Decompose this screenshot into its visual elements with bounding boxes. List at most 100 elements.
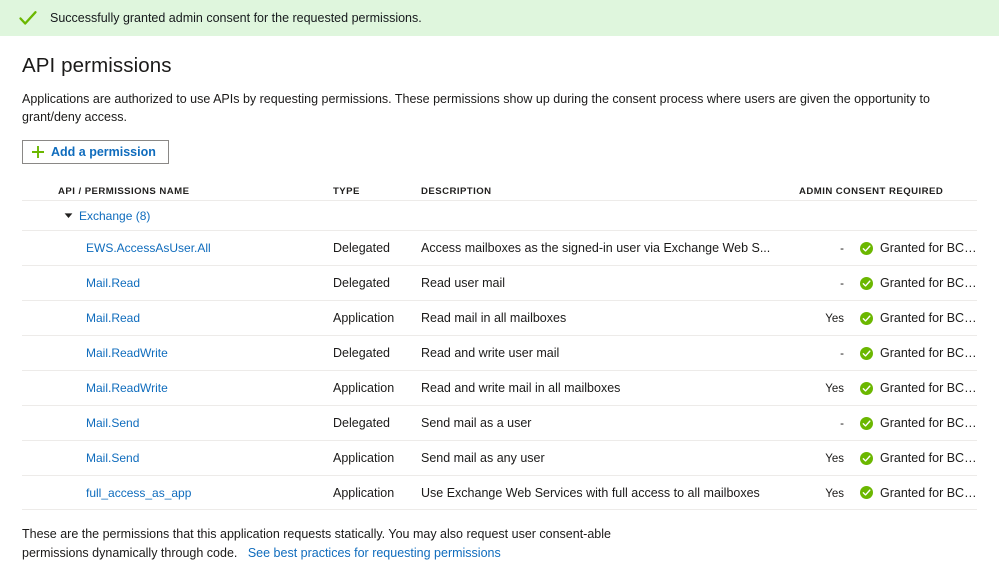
table-group-row-exchange[interactable]: Exchange (8) [22, 200, 977, 230]
cell-admin-consent-required: - [784, 239, 844, 257]
admin-consent-value: Yes [825, 383, 844, 395]
table-row[interactable]: Mail.ReadWrite Delegated Read and write us… [22, 335, 977, 370]
status-text: Granted for BCE Dem... [880, 451, 977, 465]
cell-permission-type: Application [333, 381, 421, 395]
granted-check-icon [860, 416, 873, 430]
column-header-type: TYPE [333, 186, 360, 197]
chevron-down-icon[interactable] [64, 211, 73, 220]
permission-name-link[interactable]: Mail.ReadWrite [86, 381, 168, 395]
success-banner: Successfully granted admin consent for t… [0, 0, 999, 36]
permission-type-text: Delegated [333, 416, 390, 430]
cell-permission-type: Delegated [333, 276, 421, 290]
permission-description-text: Send mail as any user [421, 451, 545, 465]
cell-permission-name: Mail.Read [22, 309, 333, 327]
granted-check-icon [860, 311, 873, 325]
table-row[interactable]: Mail.Read Delegated Read user mail - Granted… [22, 265, 977, 300]
column-header-description: DESCRIPTION [421, 186, 492, 197]
group-label-exchange[interactable]: Exchange (8) [79, 209, 150, 223]
cell-admin-consent-required: - [784, 344, 844, 362]
permission-description-text: Read and write mail in all mailboxes [421, 381, 621, 395]
status-text: Granted for BCE Dem... [880, 381, 977, 395]
permission-name-link[interactable]: Mail.Send [86, 416, 139, 430]
permission-name-link[interactable]: full_access_as_app [86, 486, 191, 500]
cell-admin-consent-required: - [784, 414, 844, 432]
column-header-name: API / PERMISSIONS NAME [58, 186, 190, 197]
table-body: EWS.AccessAsUser.All Delegated Access mail… [22, 230, 977, 510]
permission-type-text: Delegated [333, 346, 390, 360]
permission-type-text: Delegated [333, 241, 390, 255]
cell-permission-type: Application [333, 311, 421, 325]
cell-status: Granted for BCE Dem... [844, 241, 977, 255]
permission-description-text: Send mail as a user [421, 416, 532, 430]
status-text: Granted for BCE Dem... [880, 276, 977, 290]
cell-permission-name: Mail.ReadWrite [22, 344, 333, 362]
cell-status: Granted for BCE Dem... [844, 381, 977, 395]
permission-description-text: Use Exchange Web Services with full acce… [421, 485, 760, 500]
cell-permission-name: Mail.Send [22, 414, 333, 432]
cell-admin-consent-required: - [784, 274, 844, 292]
cell-permission-description: Read and write user mail [421, 346, 784, 360]
cell-permission-name: Mail.Read [22, 274, 333, 292]
table-row[interactable]: Mail.ReadWrite Application Read and write … [22, 370, 977, 405]
granted-check-icon [860, 451, 873, 465]
best-practices-link[interactable]: See best practices for requesting permis… [248, 546, 501, 560]
cell-status: Granted for BCE Dem... [844, 346, 977, 360]
table-row[interactable]: Mail.Read Application Read mail in all mai… [22, 300, 977, 335]
cell-permission-type: Delegated [333, 346, 421, 360]
cell-permission-description: Send mail as a user [421, 416, 784, 430]
cell-status: Granted for BCE Dem... [844, 416, 977, 430]
cell-admin-consent-required: Yes [784, 309, 844, 327]
admin-consent-value: Yes [825, 313, 844, 325]
table-row[interactable]: Mail.Send Application Send mail as any use… [22, 440, 977, 475]
add-permission-button[interactable]: Add a permission [22, 140, 169, 164]
cell-permission-name: Mail.ReadWrite [22, 379, 333, 397]
footer-note: These are the permissions that this appl… [22, 525, 622, 563]
status-text: Granted for BCE Dem... [880, 416, 977, 430]
table-header-row: API / PERMISSIONS NAME TYPE DESCRIPTION … [22, 178, 977, 200]
cell-admin-consent-required: Yes [784, 379, 844, 397]
granted-check-icon [860, 276, 873, 290]
permission-name-link[interactable]: Mail.Send [86, 451, 139, 465]
permission-description-text: Read mail in all mailboxes [421, 311, 567, 325]
granted-check-icon [860, 486, 873, 499]
plus-icon [32, 146, 44, 158]
permission-description-text: Read and write user mail [421, 346, 560, 360]
success-banner-message: Successfully granted admin consent for t… [50, 10, 422, 25]
group-toggle[interactable]: Exchange (8) [22, 209, 150, 223]
cell-permission-description: Use Exchange Web Services with full acce… [421, 486, 784, 500]
cell-admin-consent-required: Yes [784, 484, 844, 502]
admin-consent-value: Yes [825, 487, 844, 500]
status-text: Granted for BCE Dem... [880, 485, 977, 500]
cell-permission-name: full_access_as_app [22, 484, 333, 502]
command-bar: Add a permission [22, 140, 977, 164]
table-row[interactable]: full_access_as_app Application Use Exchang… [22, 475, 977, 510]
status-text: Granted for BCE Dem... [880, 346, 977, 360]
add-permission-label: Add a permission [51, 144, 156, 159]
granted-check-icon [860, 381, 873, 395]
table-row[interactable]: Mail.Send Delegated Send mail as a user - Gr… [22, 405, 977, 440]
permission-type-text: Application [333, 485, 395, 500]
permission-name-link[interactable]: Mail.Read [86, 276, 140, 290]
api-permissions-page: API permissions Applications are authori… [0, 54, 999, 563]
api-permissions-table: API / PERMISSIONS NAME TYPE DESCRIPTION … [22, 178, 977, 510]
cell-admin-consent-required: Yes [784, 449, 844, 467]
permission-name-link[interactable]: EWS.AccessAsUser.All [86, 241, 211, 255]
permission-type-text: Application [333, 451, 395, 465]
status-text: Granted for BCE Dem... [880, 311, 977, 325]
cell-permission-type: Delegated [333, 241, 421, 255]
granted-check-icon [860, 346, 873, 360]
cell-permission-description: Access mailboxes as the signed-in user v… [421, 241, 784, 255]
column-header-admin-consent: ADMIN CONSENT REQUIRED [799, 186, 944, 197]
cell-permission-description: Send mail as any user [421, 451, 784, 465]
cell-permission-type: Application [333, 451, 421, 465]
table-row[interactable]: EWS.AccessAsUser.All Delegated Access mail… [22, 230, 977, 265]
check-icon [19, 11, 37, 25]
permission-name-link[interactable]: Mail.ReadWrite [86, 346, 168, 360]
cell-status: Granted for BCE Dem... [844, 311, 977, 325]
cell-permission-name: Mail.Send [22, 449, 333, 467]
permission-name-link[interactable]: Mail.Read [86, 311, 140, 325]
page-title: API permissions [22, 54, 172, 77]
cell-permission-name: EWS.AccessAsUser.All [22, 239, 333, 257]
cell-status: Granted for BCE Dem... [844, 451, 977, 465]
cell-status: Granted for BCE Dem... [844, 486, 977, 500]
